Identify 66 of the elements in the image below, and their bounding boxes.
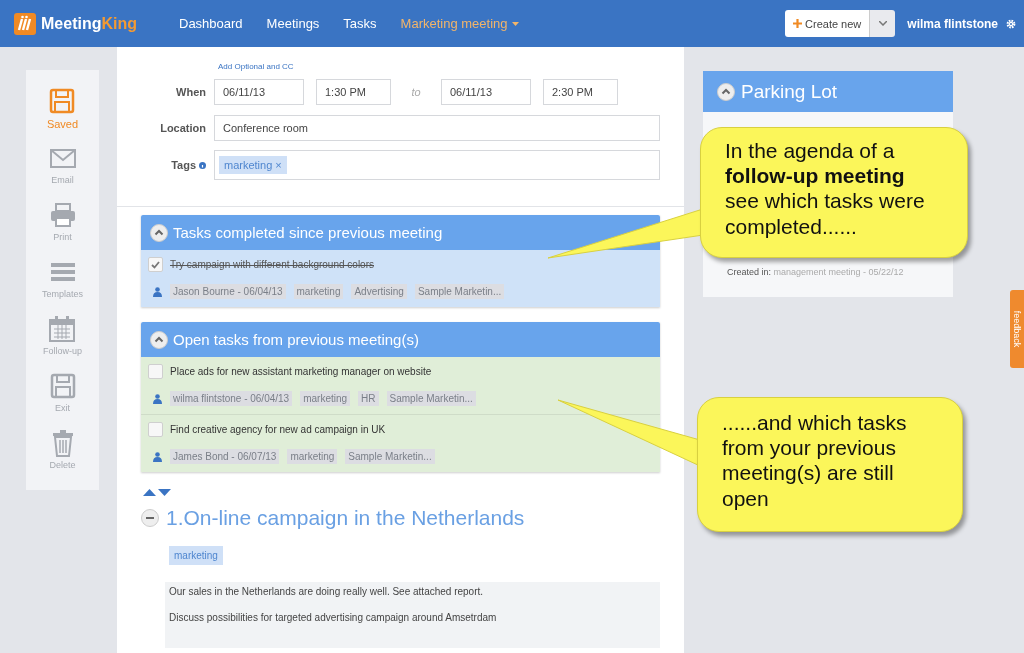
user-menu[interactable]: wilma flintstone <box>907 16 998 31</box>
panel-title: Parking Lot <box>741 80 838 103</box>
task-checkbox[interactable] <box>148 364 163 379</box>
task-title: Try campaign with different background colors <box>170 259 374 270</box>
info-icon[interactable] <box>199 161 206 169</box>
task-owner: James Bond - 06/07/13 <box>170 449 280 464</box>
section-title: Open tasks from previous meeting(s) <box>173 331 419 348</box>
note-text: Discuss possibilities for targeted advertising campaign around Amsetrdam <box>169 612 498 623</box>
field-label: Tags <box>171 159 196 171</box>
task-checkbox[interactable] <box>148 257 163 272</box>
plus-icon <box>793 19 803 28</box>
add-optional-link[interactable]: Add Optional and CC <box>218 62 294 71</box>
date-field[interactable]: 06/11/13 <box>214 79 304 105</box>
collapse-icon[interactable] <box>150 223 168 242</box>
nav-link[interactable]: Meetings <box>254 16 332 31</box>
tag-chip[interactable]: marketing × <box>219 156 287 174</box>
location-field[interactable]: Conference room <box>214 115 660 141</box>
agenda-tag: marketing <box>169 546 223 565</box>
task-tag: HR <box>358 391 379 406</box>
nav-link[interactable]: Dashboard <box>167 16 255 31</box>
tags-field[interactable]: marketing × <box>214 150 660 180</box>
task-tag: Sample Marketin... <box>414 284 505 299</box>
task-tag: Sample Marketin... <box>386 391 476 406</box>
person-icon <box>153 286 162 297</box>
task-tag: marketing <box>293 284 344 299</box>
task-owner: wilma flintstone - 06/04/13 <box>170 391 293 406</box>
task-owner: Jason Bourne - 06/04/13 <box>170 284 286 299</box>
nav-link[interactable]: Marketing meeting <box>388 16 531 31</box>
task-tag: marketing <box>300 391 351 406</box>
section-title: Tasks completed since previous meeting <box>173 224 443 241</box>
date-field[interactable]: 06/11/13 <box>441 79 531 105</box>
collapse-icon[interactable] <box>717 82 735 101</box>
create-new-button[interactable]: Create new <box>785 10 870 37</box>
save-icon <box>48 372 77 400</box>
printer-icon <box>48 201 77 229</box>
collapse-icon[interactable] <box>150 330 168 349</box>
to-label: to <box>410 86 422 98</box>
gear-icon[interactable] <box>1006 18 1016 29</box>
created-in-text: Created in: management meeting - 05/22/12 <box>727 267 904 277</box>
person-icon <box>153 393 162 404</box>
task-tag: Advertising <box>351 284 407 299</box>
task-tag: marketing <box>287 449 338 464</box>
task-title: Place ads for new assistant marketing manager on website <box>170 366 432 377</box>
person-icon <box>153 451 162 462</box>
task-tag: Sample Marketin... <box>345 449 435 464</box>
move-up-icon[interactable] <box>143 489 156 496</box>
calendar-icon <box>48 315 77 343</box>
task-checkbox[interactable] <box>148 422 163 437</box>
field-label: Location <box>159 122 206 134</box>
check-icon <box>151 260 160 269</box>
dropdown-button[interactable] <box>869 10 896 37</box>
field-label: When <box>175 86 206 98</box>
logo-text: MeetingKing <box>41 14 137 33</box>
nav-link[interactable]: Tasks <box>331 16 389 31</box>
move-down-icon[interactable] <box>158 489 171 496</box>
task-title: Find creative agency for new ad campaign in UK <box>170 424 386 435</box>
collapse-icon[interactable] <box>141 509 159 527</box>
logo-icon <box>14 12 36 35</box>
callout-bubble: In the agenda of a follow-up meeting see which tasks were completed...... <box>700 127 968 258</box>
time-field[interactable]: 1:30 PM <box>316 79 391 105</box>
time-field[interactable]: 2:30 PM <box>543 79 618 105</box>
feedback-tab[interactable]: feedback <box>1010 290 1024 368</box>
save-icon <box>48 87 77 115</box>
agenda-item-title: 1.On-line campaign in the Netherlands <box>166 506 525 530</box>
caret-icon <box>878 21 887 26</box>
note-text: Our sales in the Netherlands are doing really well. See attached report. <box>169 586 485 597</box>
